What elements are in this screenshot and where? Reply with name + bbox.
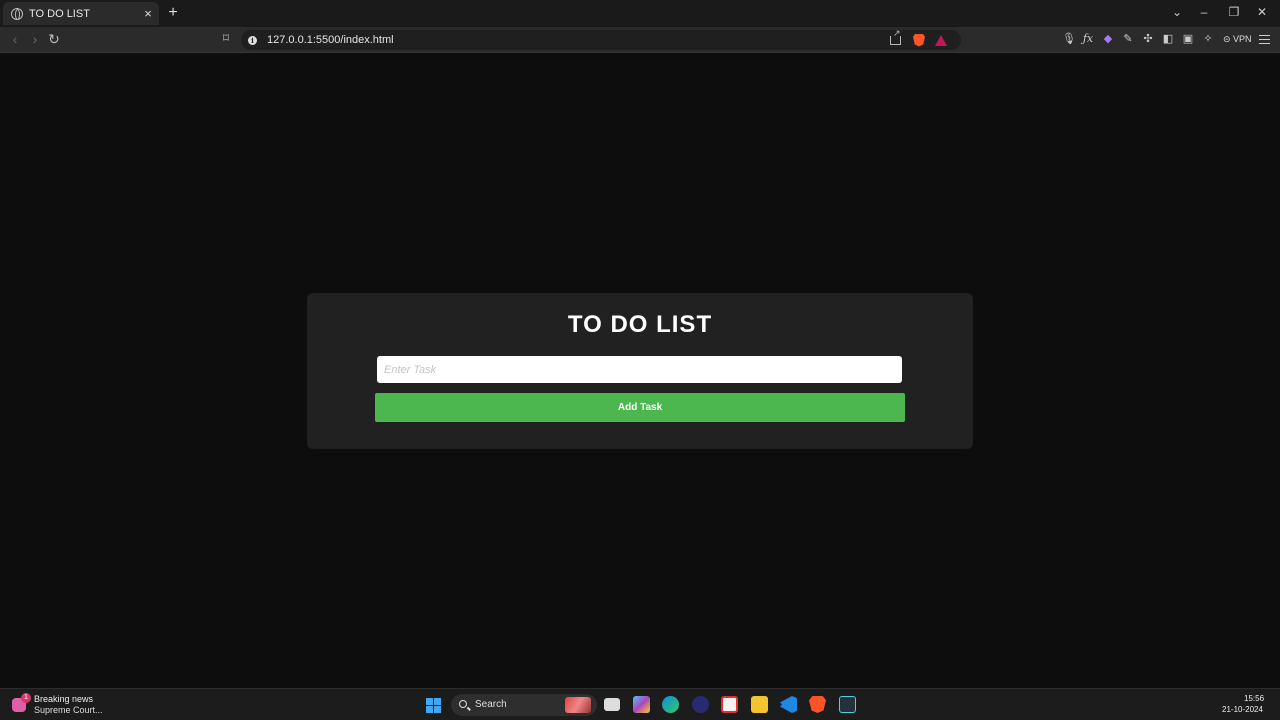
todo-card: TO DO LIST Add Task <box>307 293 973 449</box>
brave-shields-icon[interactable] <box>913 33 925 47</box>
taskbar-search[interactable]: Search <box>451 694 597 716</box>
back-button[interactable]: ‹ <box>7 31 23 47</box>
page-title: TO DO LIST <box>567 311 713 338</box>
file-explorer-icon[interactable] <box>751 696 768 713</box>
vscode-icon[interactable] <box>780 696 797 713</box>
tab-close-button[interactable]: × <box>141 6 155 21</box>
address-bar[interactable]: i 127.0.0.1:5500/index.html <box>241 28 961 50</box>
clock-date[interactable]: 21-10-2024 <box>1222 705 1263 714</box>
search-highlight-icon <box>565 697 591 713</box>
task-view-icon[interactable] <box>604 698 620 711</box>
page-viewport: TO DO LIST Add Task <box>0 54 1280 688</box>
new-tab-button[interactable]: + <box>165 4 181 22</box>
windows-taskbar: 1 Breaking news Supreme Court... Search … <box>0 688 1280 720</box>
browser-tab-active[interactable]: TO DO LIST × <box>3 2 159 25</box>
color-picker-icon[interactable]: ✎ <box>1122 33 1134 45</box>
vpn-label: VPN <box>1233 34 1252 44</box>
globe-icon <box>11 7 23 20</box>
microphone-icon[interactable]: 🎙 <box>1062 33 1076 45</box>
close-window-button[interactable]: ✕ <box>1252 5 1272 19</box>
clock-time[interactable]: 15:56 <box>1244 694 1264 703</box>
news-badge: 1 <box>21 693 31 703</box>
terminal-app-icon[interactable] <box>839 696 856 713</box>
wallet-icon[interactable]: ▣ <box>1182 33 1194 45</box>
bookmark-icon[interactable]: ⌑ <box>218 31 234 45</box>
hamburger-menu-icon[interactable] <box>1259 35 1270 44</box>
add-task-button[interactable]: Add Task <box>375 393 905 422</box>
reload-button[interactable]: ↻ <box>46 31 62 48</box>
leo-ai-icon[interactable]: ✧ <box>1202 33 1214 45</box>
news-title[interactable]: Breaking news <box>34 694 93 704</box>
tab-title: TO DO LIST <box>29 7 90 20</box>
sidebar-toggle-icon[interactable]: ◧ <box>1162 33 1174 45</box>
extensions-puzzle-icon[interactable]: ✣ <box>1142 33 1154 45</box>
brave-rewards-icon[interactable] <box>935 34 947 46</box>
extension-gem-icon[interactable]: ◆ <box>1102 33 1114 45</box>
brave-browser-icon[interactable] <box>809 696 826 713</box>
share-icon[interactable] <box>890 28 901 45</box>
site-info-icon[interactable]: i <box>248 35 257 45</box>
minimize-button[interactable]: – <box>1194 5 1214 19</box>
copilot-icon[interactable] <box>633 696 650 713</box>
browser-toolbar: ‹ › ↻ ⌑ i 127.0.0.1:5500/index.html 🎙 ƒx… <box>0 27 1280 53</box>
url-text[interactable]: 127.0.0.1:5500/index.html <box>267 34 890 46</box>
snipping-tool-icon[interactable] <box>721 696 738 713</box>
task-input[interactable] <box>377 356 902 383</box>
vpn-button[interactable]: ⊝ VPN <box>1223 34 1252 45</box>
search-label: Search <box>475 699 507 710</box>
tab-search-chevron-icon[interactable]: ⌄ <box>1167 5 1187 19</box>
windows-start-icon[interactable] <box>426 698 441 713</box>
app-orb-icon[interactable] <box>692 696 709 713</box>
edge-icon[interactable] <box>662 696 679 713</box>
news-subtitle[interactable]: Supreme Court... <box>34 705 103 715</box>
forward-button[interactable]: › <box>27 31 43 47</box>
search-icon <box>459 700 467 708</box>
fx-extension-icon[interactable]: ƒx <box>1082 33 1094 45</box>
browser-tab-strip: TO DO LIST × + ⌄ – ❐ ✕ <box>0 0 1280 27</box>
restore-button[interactable]: ❐ <box>1224 5 1244 19</box>
